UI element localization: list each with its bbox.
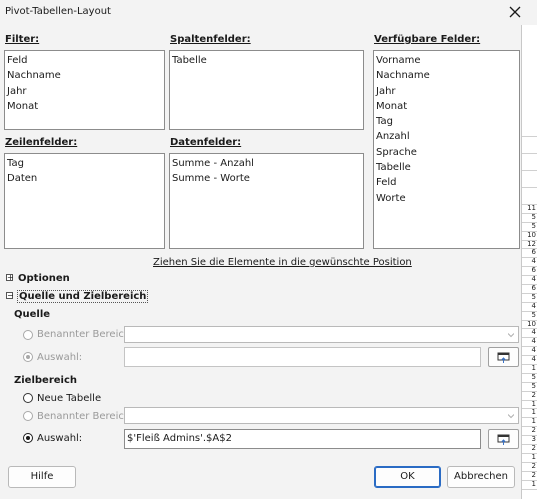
drag-hint-text: Ziehen Sie die Elemente in die gewünscht… <box>153 257 412 268</box>
list-item[interactable]: Feld <box>376 175 517 190</box>
list-item[interactable]: Vorname <box>376 53 517 68</box>
source-heading: Quelle <box>14 309 51 320</box>
destination-named-range-select[interactable] <box>124 407 519 424</box>
row-fields-label: Zeilenfelder: <box>5 137 77 148</box>
available-fields-label-text: Verfügbare Felder: <box>374 34 481 45</box>
source-shrink-button[interactable] <box>488 347 519 367</box>
source-selection-label: Auswahl: <box>37 352 83 363</box>
background-sheet-area <box>522 25 537 120</box>
source-dest-expander-icon[interactable]: − <box>6 291 14 300</box>
list-item[interactable]: Monat <box>7 99 162 114</box>
destination-heading: Zielbereich <box>14 375 78 386</box>
destination-selection-input[interactable]: $'Fleiß Admins'.$A$2 <box>124 429 481 449</box>
filter-label-text: Filter: <box>5 34 40 45</box>
list-item[interactable]: Jahr <box>7 84 162 99</box>
column-fields-list[interactable]: Tabelle <box>169 50 364 130</box>
close-button[interactable] <box>506 3 524 21</box>
source-named-range-radio[interactable] <box>23 330 33 340</box>
list-item[interactable]: Anzahl <box>376 129 517 144</box>
row-fields-label-text: Zeilenfelder: <box>5 137 78 148</box>
expand-symbol: + <box>7 273 14 282</box>
data-fields-list[interactable]: Summe - Anzahl Summe - Worte <box>169 153 364 249</box>
source-named-range-select[interactable] <box>124 326 519 343</box>
list-item[interactable]: Daten <box>7 171 162 186</box>
list-item[interactable]: Feld <box>7 53 162 68</box>
list-item[interactable]: Nachname <box>7 68 162 83</box>
list-item[interactable]: Tabelle <box>172 53 361 68</box>
list-item[interactable]: Monat <box>376 99 517 114</box>
shrink-icon <box>497 434 510 445</box>
options-expander-icon[interactable]: + <box>6 273 14 282</box>
filter-label: Filter: <box>5 34 39 45</box>
help-button[interactable]: Hilfe <box>8 466 76 488</box>
list-item[interactable]: Tabelle <box>376 160 517 175</box>
list-item[interactable]: Nachname <box>376 68 517 83</box>
data-fields-label-text: Datenfelder: <box>170 137 242 148</box>
background-sheet-row <box>522 154 537 171</box>
available-fields-list[interactable]: Vorname Nachname Jahr Monat Tag Anzahl S… <box>373 50 520 249</box>
background-sheet-row <box>522 171 537 188</box>
list-item[interactable]: Sprache <box>376 145 517 160</box>
destination-named-range-radio[interactable] <box>23 411 33 421</box>
source-named-range-label: Benannter Bereich: <box>37 329 134 340</box>
list-item[interactable]: Jahr <box>376 84 517 99</box>
background-row-number: 1 <box>522 480 537 490</box>
destination-selection-radio[interactable] <box>23 433 33 443</box>
destination-new-table-label: Neue Tabelle <box>37 393 101 404</box>
source-selection-input[interactable] <box>124 347 481 367</box>
list-item[interactable]: Summe - Anzahl <box>172 156 361 171</box>
list-item[interactable]: Tag <box>7 156 162 171</box>
cancel-button[interactable]: Abbrechen <box>447 466 515 488</box>
destination-shrink-button[interactable] <box>488 429 519 449</box>
background-sheet-row <box>522 188 537 205</box>
destination-named-range-label: Benannter Bereich: <box>37 411 134 422</box>
list-item[interactable]: Tag <box>376 114 517 129</box>
ok-button[interactable]: OK <box>374 466 441 488</box>
collapse-symbol: − <box>7 291 14 300</box>
close-icon <box>509 6 521 18</box>
chevron-down-icon <box>508 333 514 338</box>
background-row-numbers: 11 5 5 10 12 6 4 6 4 6 5 4 5 10 4 4 4 4 1 5 5 2 1 1 1 2 3 2 1 2 2 1 <box>522 205 537 490</box>
list-item[interactable]: Summe - Worte <box>172 171 361 186</box>
new-table-label-text: Neue Tabelle <box>37 393 102 404</box>
data-fields-label: Datenfelder: <box>170 137 241 148</box>
source-selection-radio[interactable] <box>23 352 33 362</box>
filter-list[interactable]: Feld Nachname Jahr Monat <box>4 50 165 130</box>
background-spreadsheet: 11 5 5 10 12 6 4 6 4 6 5 4 5 10 4 4 4 4 1 5 5 2 1 1 1 2 3 2 1 2 2 1 <box>521 25 537 499</box>
list-item[interactable]: Worte <box>376 191 517 206</box>
destination-selection-label: Auswahl: <box>37 433 83 444</box>
column-fields-label: Spaltenfelder: <box>170 34 251 45</box>
available-fields-label: Verfügbare Felder: <box>374 34 480 45</box>
background-sheet-row <box>522 137 537 154</box>
shrink-icon <box>497 352 510 363</box>
destination-new-table-radio[interactable] <box>23 393 33 403</box>
column-fields-label-text: Spaltenfelder: <box>170 34 251 45</box>
background-sheet-row <box>522 120 537 137</box>
options-expander-label[interactable]: Optionen <box>18 273 70 284</box>
chevron-down-icon <box>508 414 514 419</box>
source-dest-expander-label[interactable]: Quelle und Zielbereich <box>17 290 149 303</box>
row-fields-list[interactable]: Tag Daten <box>4 153 165 249</box>
window-title: Pivot-Tabellen-Layout <box>5 6 111 17</box>
